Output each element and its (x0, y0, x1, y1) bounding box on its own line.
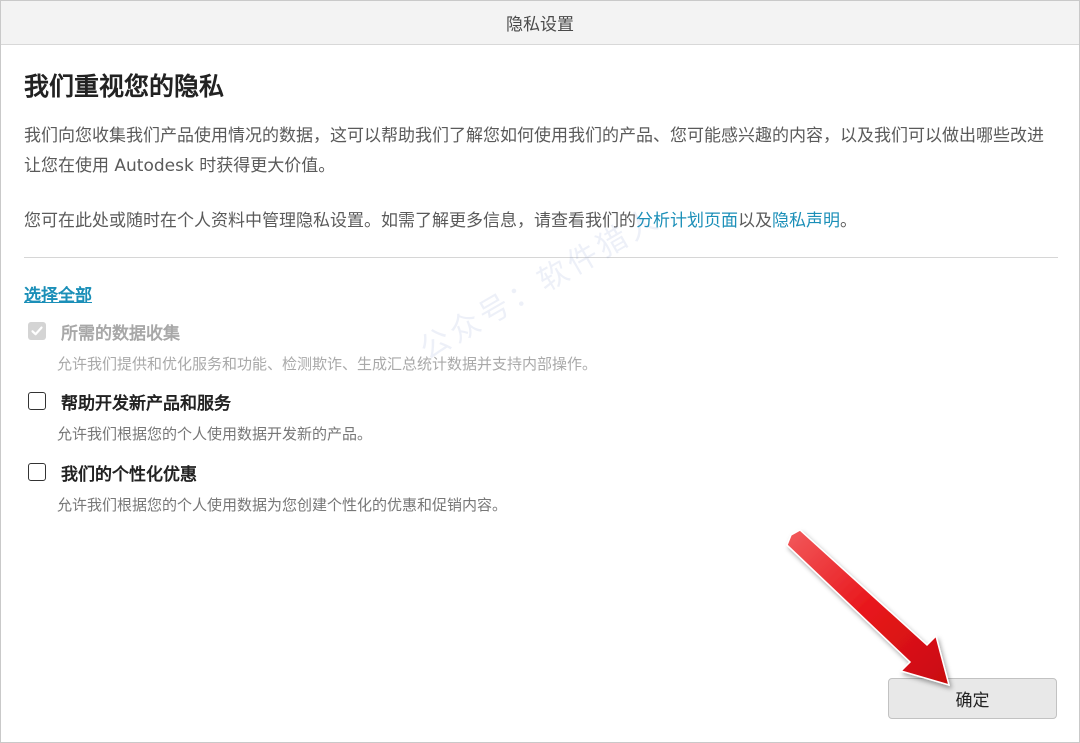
checkmark-icon (31, 326, 43, 336)
manage-paragraph-end: 。 (840, 211, 857, 231)
product-development-checkbox[interactable] (28, 392, 46, 410)
privacy-settings-window: 隐私设置 我们重视您的隐私 我们向您收集我们产品使用情况的数据，这可以帮助我们了… (0, 0, 1080, 743)
select-all-link[interactable]: 选择全部 (24, 281, 92, 306)
manage-paragraph: 您可在此处或随时在个人资料中管理隐私设置。如需了解更多信息，请查看我们的分析计划… (24, 206, 1058, 236)
section-divider (24, 257, 1058, 258)
required-data-checkbox[interactable] (28, 322, 46, 340)
option-description: 允许我们根据您的个人使用数据为您创建个性化的优惠和促销内容。 (57, 496, 508, 514)
ok-button[interactable]: 确定 (888, 678, 1057, 719)
intro-paragraph: 我们向您收集我们产品使用情况的数据，这可以帮助我们了解您如何使用我们的产品、您可… (24, 126, 1044, 176)
option-title: 所需的数据收集 (61, 324, 180, 344)
option-description: 允许我们根据您的个人使用数据开发新的产品。 (57, 425, 373, 443)
personalized-offers-checkbox[interactable] (28, 463, 46, 481)
page-title: 我们重视您的隐私 (24, 72, 225, 101)
option-title: 帮助开发新产品和服务 (61, 394, 231, 414)
option-title: 我们的个性化优惠 (61, 465, 197, 485)
analytics-plan-link[interactable]: 分析计划页面 (636, 211, 738, 231)
option-description: 允许我们提供和优化服务和功能、检测欺诈、生成汇总统计数据并支持内部操作。 (57, 355, 598, 373)
manage-paragraph-conjunction: 以及 (738, 211, 772, 231)
privacy-statement-link[interactable]: 隐私声明 (772, 211, 840, 231)
window-titlebar: 隐私设置 (1, 1, 1079, 45)
window-title: 隐私设置 (506, 15, 574, 35)
manage-paragraph-text: 您可在此处或随时在个人资料中管理隐私设置。如需了解更多信息，请查看我们的 (24, 211, 636, 231)
